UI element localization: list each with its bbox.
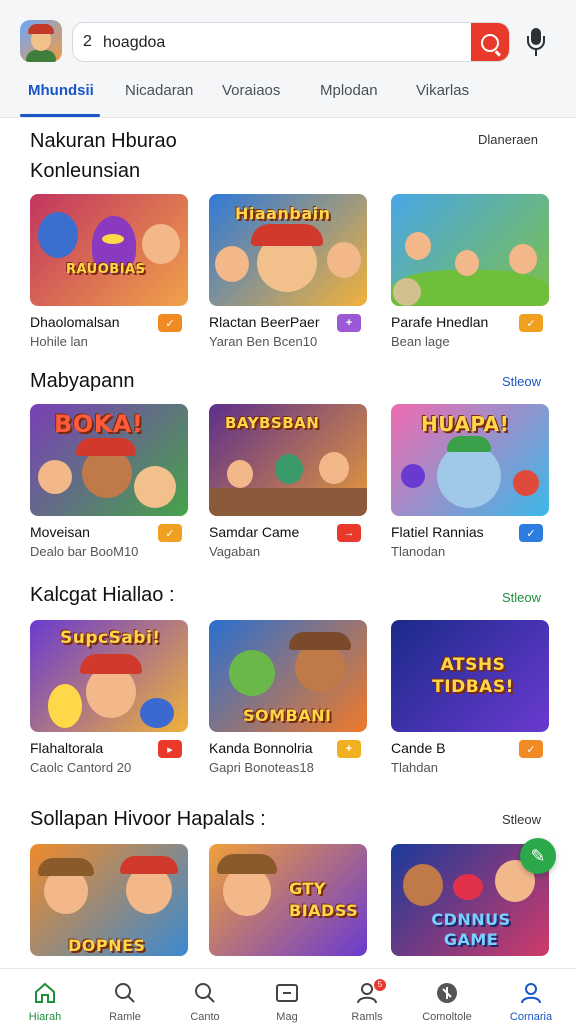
thumbnail-title: HUAPA! bbox=[421, 412, 510, 436]
game-thumbnail[interactable]: SOMBANI bbox=[209, 620, 367, 732]
nav-label: Hiarah bbox=[28, 1011, 62, 1023]
nav-label: Mag bbox=[276, 1011, 298, 1023]
game-title: Parafe Hnedlan bbox=[391, 314, 489, 330]
plus-icon: + bbox=[337, 740, 361, 758]
game-subtitle: Hohile lan bbox=[30, 334, 88, 349]
game-subtitle: Gapri Bonoteas18 bbox=[209, 760, 314, 775]
microphone-icon[interactable] bbox=[522, 26, 550, 58]
nav-canto[interactable]: Canto bbox=[164, 969, 246, 1024]
section-title: Kalcgat Hiallao : bbox=[30, 584, 175, 606]
game-subtitle: Dealo bar BooM10 bbox=[30, 544, 139, 559]
game-title: Moveisan bbox=[30, 524, 90, 540]
tv-icon bbox=[276, 984, 298, 1002]
see-all-link[interactable]: Stleow bbox=[502, 812, 541, 827]
game-subtitle: Tlanodan bbox=[391, 544, 446, 559]
game-thumbnail[interactable]: HUAPA! bbox=[391, 404, 549, 516]
game-subtitle: Bean lage bbox=[391, 334, 450, 349]
search-icon bbox=[115, 983, 135, 1003]
thumbnail-title: SOMBANI bbox=[243, 706, 332, 725]
see-all-link[interactable]: Dlaneraen bbox=[478, 132, 538, 147]
game-thumbnail[interactable]: SupcSabi! bbox=[30, 620, 188, 732]
nav-label: Comoltole bbox=[422, 1011, 472, 1023]
search-icon bbox=[481, 34, 499, 52]
search-input[interactable] bbox=[103, 31, 463, 55]
tab-vikarlas[interactable]: Vikarlas bbox=[416, 82, 469, 99]
game-subtitle: Caolc Cantord 20 bbox=[30, 760, 132, 775]
check-icon: ✓ bbox=[519, 314, 543, 332]
game-thumbnail[interactable]: BOKA! bbox=[30, 404, 188, 516]
nav-home[interactable]: Hiarah bbox=[4, 969, 86, 1024]
check-icon: ✓ bbox=[158, 524, 182, 542]
thumbnail-title: BOKA! bbox=[54, 410, 144, 438]
nav-ramle[interactable]: Ramle bbox=[84, 969, 166, 1024]
game-title: Flahaltorala bbox=[30, 740, 104, 756]
game-title: Flatiel Rannias bbox=[391, 524, 484, 540]
thumbnail-title: RAUOBIAS bbox=[66, 262, 146, 277]
game-thumbnail[interactable]: GTY BIADSS bbox=[209, 844, 367, 956]
top-header: 2 Mhundsii Nicadaran Voraiaos Mplodan Vi… bbox=[0, 0, 576, 118]
home-icon bbox=[35, 982, 55, 1003]
section-title: Nakuran Hburao bbox=[30, 130, 177, 152]
nav-label: Ramls bbox=[351, 1011, 383, 1023]
game-thumbnail[interactable]: BAYBSBAN bbox=[209, 404, 367, 516]
section-title: Mabyapann bbox=[30, 370, 135, 392]
game-thumbnail[interactable]: DOPNES bbox=[30, 844, 188, 956]
game-subtitle: Yaran Ben Bcen10 bbox=[209, 334, 318, 349]
thumbnail-title: DOPNES bbox=[68, 936, 146, 955]
nav-cornaria[interactable]: Cornaria bbox=[490, 969, 572, 1024]
section-title-line2: Konleunsian bbox=[30, 160, 141, 182]
thumbnail-title: BAYBSBAN bbox=[225, 414, 320, 432]
game-subtitle: Vagaban bbox=[209, 544, 261, 559]
plus-icon: + bbox=[337, 314, 361, 332]
check-icon: ✓ bbox=[158, 314, 182, 332]
game-thumbnail[interactable]: RAUOBIAS bbox=[30, 194, 188, 306]
active-tab-indicator bbox=[20, 114, 100, 117]
play-icon: ▸ bbox=[158, 740, 182, 758]
nav-comoltole[interactable]: Comoltole bbox=[406, 969, 488, 1024]
search-icon bbox=[195, 983, 215, 1003]
app-logo-icon[interactable] bbox=[20, 20, 62, 62]
bottom-navigation: Hiarah Ramle Canto Mag 5 Ramls Comoltole… bbox=[0, 968, 576, 1024]
game-thumbnail[interactable]: ATSHS TIDBAS! bbox=[391, 620, 549, 732]
nav-ramls[interactable]: 5 Ramls bbox=[326, 969, 408, 1024]
tab-mplodan[interactable]: Mplodan bbox=[320, 82, 378, 99]
tab-voraiaos[interactable]: Voraiaos bbox=[222, 82, 280, 99]
nav-label: Canto bbox=[190, 1011, 220, 1023]
search-prefix: 2 bbox=[83, 33, 92, 50]
tab-nicadaran[interactable]: Nicadaran bbox=[125, 82, 193, 99]
thumbnail-title: CDNNUS GAME bbox=[431, 910, 511, 949]
section-title: Sollapan Hivoor Hapalals : bbox=[30, 808, 266, 830]
game-title: Rlactan BeerPaer bbox=[209, 314, 320, 330]
search-bar[interactable]: 2 bbox=[72, 22, 510, 62]
nav-mag[interactable]: Mag bbox=[246, 969, 328, 1024]
tab-mhundsii[interactable]: Mhundsii bbox=[28, 82, 94, 99]
thumbnail-title: ATSHS TIDBAS! bbox=[432, 655, 514, 697]
game-thumbnail[interactable]: Hiaanbain bbox=[209, 194, 367, 306]
thumbnail-title: GTY BIADSS bbox=[289, 879, 359, 920]
see-all-link[interactable]: Stleow bbox=[502, 374, 541, 389]
pencil-icon: ✎ bbox=[530, 845, 546, 866]
globe-icon bbox=[437, 983, 457, 1003]
notification-badge: 5 bbox=[374, 979, 386, 991]
game-subtitle: Tlahdan bbox=[391, 760, 438, 775]
game-title: Kanda Bonnolria bbox=[209, 740, 313, 756]
arrow-icon: → bbox=[337, 524, 361, 542]
game-thumbnail[interactable] bbox=[391, 194, 549, 306]
thumbnail-title: Hiaanbain bbox=[235, 204, 331, 223]
account-icon bbox=[521, 983, 541, 1004]
check-icon: ✓ bbox=[519, 524, 543, 542]
game-title: Cande B bbox=[391, 740, 446, 756]
game-title: Dhaolomalsan bbox=[30, 314, 120, 330]
game-title: Samdar Came bbox=[209, 524, 300, 540]
edit-fab-button[interactable]: ✎ bbox=[520, 838, 556, 874]
nav-label: Ramle bbox=[109, 1011, 141, 1023]
nav-label: Cornaria bbox=[509, 1011, 553, 1023]
thumbnail-title: SupcSabi! bbox=[60, 628, 161, 648]
check-icon: ✓ bbox=[519, 740, 543, 758]
see-all-link[interactable]: Stleow bbox=[502, 590, 541, 605]
category-tabs: Mhundsii Nicadaran Voraiaos Mplodan Vika… bbox=[0, 74, 576, 118]
search-submit-button[interactable] bbox=[471, 23, 509, 61]
